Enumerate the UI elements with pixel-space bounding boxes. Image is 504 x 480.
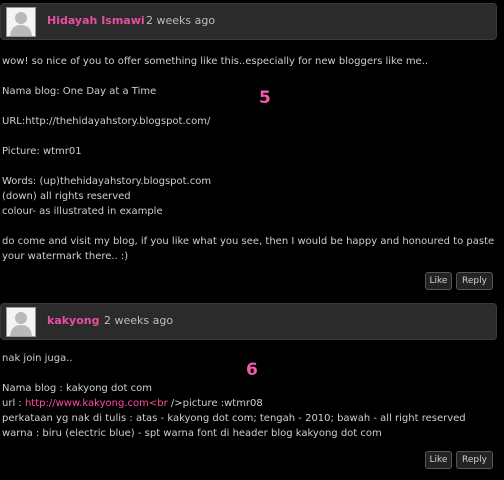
comment-line [2,69,498,84]
avatar[interactable] [6,307,36,337]
comment-line: warna : biru (electric blue) - spt warna… [2,428,382,439]
reply-button[interactable]: Reply [456,451,493,469]
url-prefix: url : [2,398,25,409]
comment-line: (down) all rights reserved [2,191,131,202]
comment-header: Hidayah Ismawi 2 weeks ago [0,3,497,40]
comment-timestamp[interactable]: 2 weeks ago [146,14,215,27]
comment-line [2,129,498,144]
comment-line [2,219,498,234]
comment-line [2,99,498,114]
comment-line: URL:http://thehidayahstory.blogspot.com/ [2,116,211,127]
comment-line: Words: (up)thehidayahstory.blogspot.com [2,176,212,187]
default-avatar-icon [7,8,35,36]
comment-line: wow! so nice of you to offer something l… [2,56,429,67]
comment-line: Picture: wtmr01 [2,146,82,157]
annotation-number: 6 [246,360,258,380]
comment-line: Nama blog : kakyong dot com [2,383,152,394]
blog-url-link[interactable]: http://www.kakyong.com<br [25,398,168,409]
comment-line: colour- as illustrated in example [2,206,163,217]
url-suffix: />picture :wtmr08 [167,398,263,409]
comment-timestamp[interactable]: 2 weeks ago [104,314,173,327]
comment-line: Nama blog: One Day at a Time [2,86,157,97]
comment-body: wow! so nice of you to offer something l… [2,54,498,264]
comment-line: do come and visit my blog, if you like w… [2,236,495,247]
comment-line: perkataan yg nak di tulis : atas - kakyo… [2,413,466,424]
comment-author[interactable]: kakyong [47,314,100,327]
reply-button[interactable]: Reply [456,272,493,290]
avatar[interactable] [6,7,36,37]
annotation-number: 5 [259,88,271,108]
like-button[interactable]: Like [425,272,452,290]
comment-url-line: url : http://www.kakyong.com<br />pictur… [2,396,498,411]
comment-author[interactable]: Hidayah Ismawi [47,14,145,27]
comment-line: your watermark there.. :) [2,251,129,262]
like-button[interactable]: Like [425,451,452,469]
comment-header: kakyong 2 weeks ago [0,303,497,340]
comment-line [2,159,498,174]
default-avatar-icon [7,308,35,336]
